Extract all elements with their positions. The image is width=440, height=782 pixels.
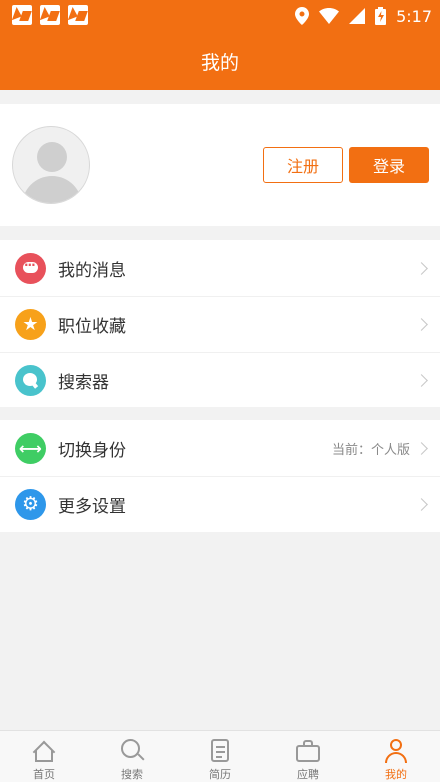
tab-label: 我的 [385,768,407,781]
app-notification-icon [68,5,88,25]
menu-item-search-agent[interactable]: 搜索器 [0,352,440,408]
wifi-icon [319,8,340,24]
home-icon [31,738,57,764]
location-icon [295,7,310,25]
search-icon [15,364,46,396]
search-icon [119,738,145,763]
login-button[interactable]: 登录 [349,147,429,183]
app-notification-icon [12,5,32,25]
user-icon [383,738,409,763]
tab-mine[interactable]: 我的 [352,731,440,782]
profile-card: 注册 登录 [0,104,440,226]
chevron-right-icon [415,317,428,331]
signal-icon [349,8,366,24]
tab-label: 搜索 [121,768,143,781]
menu-item-more-settings[interactable]: ⚙ 更多设置 [0,476,440,532]
tab-home[interactable]: 首页 [0,731,88,782]
app-notification-icon [40,5,60,25]
menu-item-label: 切换身份 [58,440,126,461]
chevron-right-icon [415,261,428,275]
battery-icon [375,7,387,25]
tab-search[interactable]: 搜索 [88,731,176,782]
briefcase-icon [295,738,321,763]
tab-applications[interactable]: 应聘 [264,731,352,782]
menu-item-job-favorites[interactable]: ★ 职位收藏 [0,296,440,352]
tab-label: 简历 [209,768,231,781]
tab-label: 首页 [33,768,55,781]
resume-icon [207,738,233,763]
menu-item-my-messages[interactable]: 我的消息 [0,240,440,296]
current-identity-value: 当前：个人版 [331,442,410,458]
settings-icon: ⚙ [15,488,46,520]
star-icon: ★ [15,308,46,340]
menu-item-switch-identity[interactable]: ⟷ 切换身份 当前：个人版 [0,420,440,476]
chevron-right-icon [415,441,428,455]
tab-label: 应聘 [297,768,319,781]
register-button[interactable]: 注册 [263,147,343,183]
clock: 5:17 [396,6,432,26]
page-title: 我的 [200,51,239,74]
menu-item-label: 我的消息 [58,260,126,281]
title-bar: 我的 [0,32,440,90]
chevron-right-icon [415,497,428,511]
avatar[interactable] [12,126,90,204]
menu-item-label: 搜索器 [58,372,109,393]
message-icon [15,252,46,284]
menu-item-label: 职位收藏 [58,316,126,337]
switch-icon: ⟷ [15,432,46,464]
menu-group-primary: 我的消息 ★ 职位收藏 搜索器 [0,240,440,407]
menu-item-label: 更多设置 [58,496,126,517]
tab-resume[interactable]: 简历 [176,731,264,782]
menu-group-secondary: ⟷ 切换身份 当前：个人版 ⚙ 更多设置 [0,420,440,532]
status-bar: 5:17 [0,0,440,32]
avatar-head [37,142,67,172]
chevron-right-icon [415,373,428,387]
avatar-body [22,176,82,203]
bottom-tab-bar: 首页 搜索 简历 应聘 我的 [0,730,440,782]
